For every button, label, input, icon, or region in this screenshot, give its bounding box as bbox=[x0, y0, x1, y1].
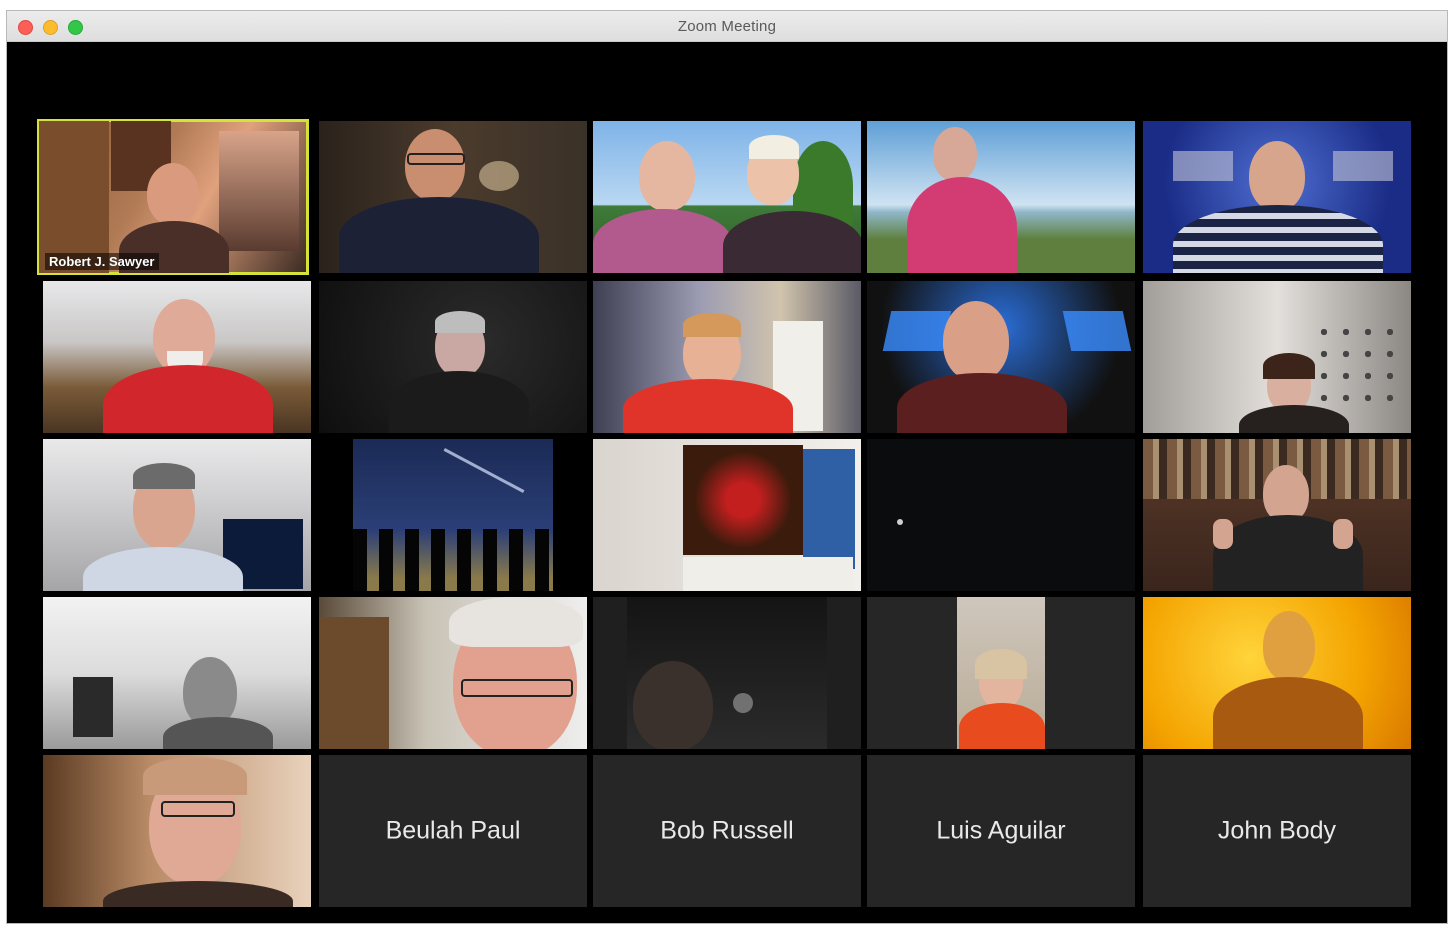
active-speaker-name-label: Robert J. Sawyer bbox=[45, 253, 159, 270]
video-tile[interactable] bbox=[319, 121, 587, 273]
participant-tile-no-video[interactable]: John Body bbox=[1143, 755, 1411, 907]
participant-tile-no-video[interactable]: Luis Aguilar bbox=[867, 755, 1135, 907]
zoom-window: Zoom Meeting Robert J. Sawyer Beulah Pau… bbox=[6, 10, 1448, 924]
participant-name: Bob Russell bbox=[660, 816, 794, 845]
window-title: Zoom Meeting bbox=[677, 18, 777, 35]
participant-tile-no-video[interactable]: Bob Russell bbox=[593, 755, 861, 907]
video-tile[interactable] bbox=[867, 121, 1135, 273]
video-tile-active-speaker[interactable]: Robert J. Sawyer bbox=[37, 119, 309, 275]
video-tile[interactable] bbox=[867, 597, 1135, 749]
video-tile[interactable] bbox=[593, 281, 861, 433]
gallery-view: Robert J. Sawyer Beulah Paul Bob Russell… bbox=[7, 41, 1447, 923]
video-tile[interactable] bbox=[1143, 281, 1411, 433]
video-tile[interactable] bbox=[43, 439, 311, 591]
participant-name: Luis Aguilar bbox=[936, 816, 1066, 845]
video-tile[interactable] bbox=[867, 439, 1135, 591]
participant-name: John Body bbox=[1217, 816, 1337, 845]
video-tile[interactable] bbox=[1143, 439, 1411, 591]
video-tile[interactable] bbox=[43, 281, 311, 433]
video-tile[interactable] bbox=[43, 755, 311, 907]
video-tile[interactable] bbox=[593, 597, 861, 749]
participant-name: Beulah Paul bbox=[385, 816, 521, 845]
video-tile[interactable] bbox=[319, 597, 587, 749]
participant-tile-no-video[interactable]: Beulah Paul bbox=[319, 755, 587, 907]
video-tile[interactable] bbox=[593, 121, 861, 273]
video-tile[interactable] bbox=[1143, 597, 1411, 749]
video-tile[interactable] bbox=[867, 281, 1135, 433]
video-tile[interactable] bbox=[593, 439, 861, 591]
title-bar: Zoom Meeting bbox=[7, 11, 1447, 42]
participant-face bbox=[147, 163, 199, 225]
video-tile[interactable] bbox=[319, 281, 587, 433]
video-tile[interactable] bbox=[319, 439, 587, 591]
video-tile[interactable] bbox=[1143, 121, 1411, 273]
video-tile[interactable] bbox=[43, 597, 311, 749]
